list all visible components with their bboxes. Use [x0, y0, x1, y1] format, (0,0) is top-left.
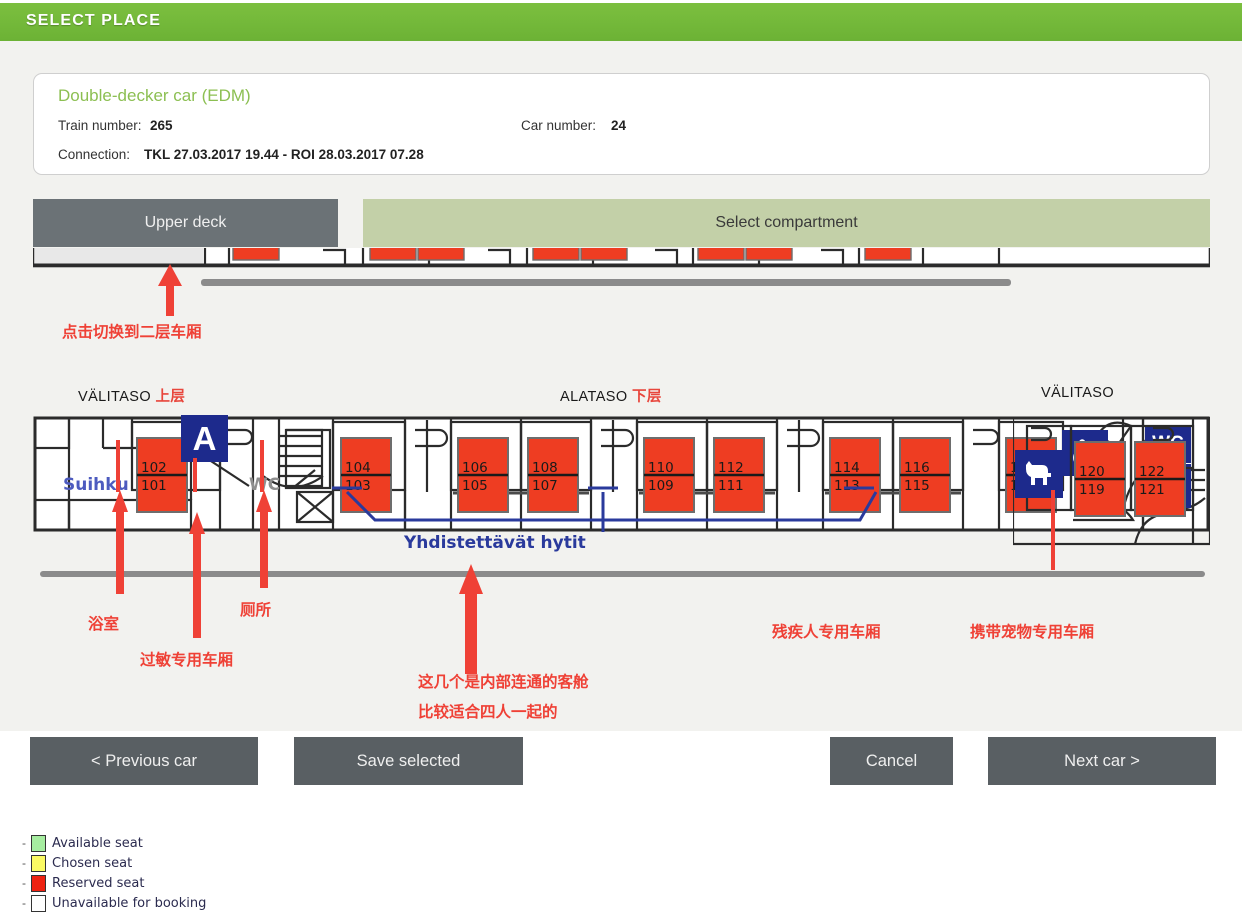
car-number-value: 24	[611, 118, 627, 133]
train-number-label: Train number:	[58, 118, 142, 133]
legend-item-unavailable: - Unavailable for booking	[22, 893, 206, 913]
legend-label-reserved: Reserved seat	[52, 875, 145, 891]
tab-select-compartment-label: Select compartment	[715, 214, 858, 231]
legend-bullet: -	[22, 876, 26, 890]
annotation-shower: 浴室	[88, 616, 120, 633]
annotation-arrows-layer	[112, 490, 1055, 674]
annotation-connected-cabins-1: 这几个是内部连通的客舱	[418, 674, 589, 691]
annotation-switch-deck: 点击切换到二层车厢	[62, 324, 202, 341]
annotation-pet-cabin: 携带宠物专用车厢	[970, 624, 1095, 641]
train-info-box: Double-decker car (EDM) Train number: 26…	[33, 73, 1210, 175]
legend-label-available: Available seat	[52, 835, 143, 851]
connection-value: TKL 27.03.2017 19.44 - ROI 28.03.2017 07…	[144, 147, 424, 162]
legend-swatch-chosen	[31, 854, 46, 872]
legend: - Available seat - Chosen seat - Reserve…	[0, 828, 1242, 917]
seat-number: 122	[1139, 464, 1165, 480]
legend-swatch-available	[31, 834, 46, 852]
legend-bullet: -	[22, 856, 26, 870]
legend-swatch-reserved	[31, 874, 46, 892]
legend-swatch-unavailable	[31, 894, 46, 912]
arrow-switch-deck-icon	[158, 264, 182, 316]
annotation-accessible-cabin: 残疾人专用车厢	[772, 624, 881, 641]
annotation-connected-cabins-2: 比较适合四人一起的	[418, 704, 558, 721]
legend-item-reserved: - Reserved seat	[22, 873, 144, 893]
previous-car-button[interactable]: < Previous car	[30, 737, 258, 785]
tab-upper-deck-label: Upper deck	[144, 214, 227, 231]
tab-select-compartment[interactable]: Select compartment	[363, 199, 1210, 247]
tab-upper-deck[interactable]: Upper deck	[33, 199, 338, 247]
legend-item-chosen: - Chosen seat	[22, 853, 132, 873]
connection-label: Connection:	[58, 147, 131, 162]
train-number-value: 265	[150, 118, 173, 133]
cancel-button[interactable]: Cancel	[830, 737, 953, 785]
seat-number: 120	[1079, 464, 1105, 480]
dog-glyph-icon	[1026, 461, 1051, 485]
previous-car-label: < Previous car	[91, 751, 197, 770]
annotation-allergy-cabin: 过敏专用车厢	[140, 652, 234, 669]
legend-item-available: - Available seat	[22, 833, 143, 853]
annotation-toilet: 厕所	[240, 602, 272, 619]
next-car-label: Next car >	[1064, 751, 1140, 770]
car-type-label: Double-decker car (EDM)	[58, 86, 251, 105]
save-selected-label: Save selected	[356, 751, 461, 770]
legend-bullet: -	[22, 896, 26, 910]
page-title: SELECT PLACE	[26, 12, 161, 29]
upper-deck-svg	[33, 248, 1210, 286]
upper-deck-diagram-strip[interactable]	[33, 248, 1210, 300]
legend-bullet: -	[22, 836, 26, 850]
select-place-window: SELECT PLACE Double-decker car (EDM) Tra…	[0, 0, 1242, 917]
save-selected-button[interactable]: Save selected	[294, 737, 523, 785]
next-car-button[interactable]: Next car >	[988, 737, 1216, 785]
cancel-label: Cancel	[865, 751, 918, 770]
car-number-label: Car number:	[521, 118, 597, 133]
window-titlebar: SELECT PLACE	[0, 3, 1242, 41]
annotation-connector-lines	[116, 440, 264, 492]
legend-label-chosen: Chosen seat	[52, 855, 133, 871]
legend-label-unavailable: Unavailable for booking	[52, 895, 207, 911]
